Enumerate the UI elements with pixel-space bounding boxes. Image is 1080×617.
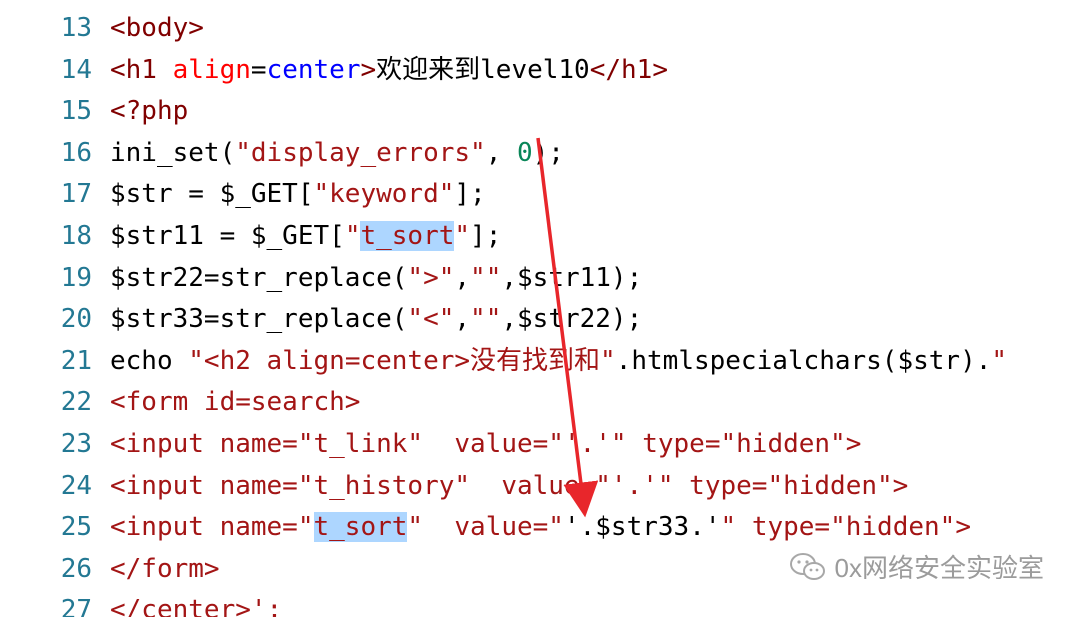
- code-token: " type="hidden">: [720, 512, 971, 543]
- line-number: 26: [60, 553, 92, 584]
- code-editor: 13 <body> 14 <h1 align=center>欢迎来到level10</…: [0, 0, 1080, 617]
- code-token: ": [344, 220, 361, 251]
- code-line: 15 <?php: [0, 91, 1080, 133]
- code-text: <input name="t_link" value="'.'" type="h…: [110, 424, 861, 466]
- code-text: </form>: [110, 549, 220, 591]
- code-line: 21 echo "<h2 align=center>没有找到和".htmlspec…: [0, 341, 1080, 383]
- code-line: 20 $str33=str_replace("<","",$str22);: [0, 299, 1080, 341]
- code-token: <form id=search>: [110, 387, 361, 418]
- code-token: center: [266, 54, 361, 85]
- code-token: >: [360, 54, 377, 85]
- code-token: " value=": [407, 512, 564, 543]
- line-number: 22: [60, 387, 92, 418]
- code-lines: 13 <body> 14 <h1 align=center>欢迎来到level10</…: [0, 8, 1080, 617]
- watermark-text: 0x网络安全实验室: [834, 553, 1044, 583]
- code-token: "<": [407, 304, 455, 335]
- code-text: $str22=str_replace(">","",$str11);: [110, 258, 642, 300]
- code-token: ": [454, 220, 471, 251]
- code-token: <input name="t_history" value="'.'" type…: [110, 470, 909, 501]
- code-token: <input name="t_link" value="'.'" type="h…: [110, 428, 862, 459]
- code-text: <form id=search>: [110, 382, 360, 424]
- code-text: <?php: [110, 91, 188, 133]
- code-token: ,: [454, 262, 471, 293]
- line-number: 23: [60, 428, 92, 459]
- line-number: 24: [60, 470, 92, 501]
- code-token: </center>';: [110, 595, 283, 617]
- line-number: 18: [60, 220, 92, 251]
- code-text: echo "<h2 align=center>没有找到和".htmlspecia…: [110, 341, 1007, 383]
- code-text: ini_set("display_errors", 0);: [110, 133, 564, 175]
- code-token: <?php: [110, 96, 189, 127]
- watermark: 0x网络安全实验室: [789, 548, 1044, 585]
- line-number: 13: [60, 13, 92, 43]
- code-text: </center>';: [110, 590, 282, 617]
- code-token: );: [532, 137, 564, 168]
- line-number: 19: [60, 262, 92, 293]
- code-line: 13 <body>: [0, 8, 1080, 50]
- code-line: 22 <form id=search>: [0, 382, 1080, 424]
- line-number: 20: [60, 304, 92, 335]
- code-token: ">": [407, 262, 455, 293]
- line-number: 25: [60, 512, 92, 543]
- code-token: </h1>: [589, 54, 668, 85]
- code-line: 19 $str22=str_replace(">","",$str11);: [0, 258, 1080, 300]
- code-token: $str11 = $_GET[: [110, 220, 345, 251]
- code-token: ,: [485, 137, 517, 168]
- code-line: 24 <input name="t_history" value="'.'" ty…: [0, 466, 1080, 508]
- code-token: ];: [470, 220, 502, 251]
- code-token: .htmlspecialchars($str).: [615, 345, 992, 376]
- code-token: 0: [517, 137, 533, 168]
- code-token: "": [470, 262, 502, 293]
- code-text: <h1 align=center>欢迎来到level10</h1>: [110, 50, 668, 92]
- code-line: 25 <input name="t_sort" value="'.$str33.'…: [0, 507, 1080, 549]
- code-token: align: [172, 54, 251, 85]
- code-token: t_sort: [360, 220, 455, 251]
- code-token: ,: [454, 304, 471, 335]
- code-token: ,$str11);: [501, 262, 643, 293]
- code-token: ];: [454, 179, 486, 210]
- code-text: $str11 = $_GET["t_sort"];: [110, 216, 501, 258]
- code-token: <h1: [110, 54, 173, 85]
- code-text: <input name="t_history" value="'.'" type…: [110, 466, 908, 508]
- code-line: 17 $str = $_GET["keyword"];: [0, 174, 1080, 216]
- code-line: 14 <h1 align=center>欢迎来到level10</h1>: [0, 50, 1080, 92]
- wechat-icon: [789, 551, 827, 583]
- code-text: <input name="t_sort" value="'.$str33.'" …: [110, 507, 971, 549]
- line-number: 27: [60, 595, 92, 617]
- line-number: 15: [60, 96, 92, 127]
- code-token: "<h2 align=center>没有找到和": [188, 345, 616, 376]
- code-token: ini_set(: [110, 137, 236, 168]
- code-token: "display_errors": [235, 137, 486, 168]
- code-token: $str22=str_replace(: [110, 262, 408, 293]
- code-line: 27 </center>';: [0, 590, 1080, 617]
- code-token: </form>: [110, 553, 220, 584]
- code-text: <body>: [110, 8, 204, 50]
- code-token: $str33=str_replace(: [110, 304, 408, 335]
- line-number: 14: [60, 54, 92, 85]
- code-line: 16 ini_set("display_errors", 0);: [0, 133, 1080, 175]
- code-text: $str = $_GET["keyword"];: [110, 174, 486, 216]
- line-number: 21: [60, 345, 92, 376]
- code-token: $str = $_GET[: [110, 179, 314, 210]
- line-number: 17: [60, 179, 92, 210]
- code-token: echo: [110, 345, 189, 376]
- code-line: 23 <input name="t_link" value="'.'" type=…: [0, 424, 1080, 466]
- code-token: 欢迎来到level10: [376, 54, 590, 85]
- code-token: "keyword": [313, 179, 455, 210]
- code-line: 18 $str11 = $_GET["t_sort"];: [0, 216, 1080, 258]
- code-token: ,$str22);: [501, 304, 643, 335]
- line-number: 16: [60, 137, 92, 168]
- code-token: <input name=": [110, 512, 314, 543]
- code-token: <body>: [110, 13, 204, 43]
- code-token: "": [470, 304, 502, 335]
- code-token: '.$str33.': [563, 512, 721, 543]
- code-token: t_sort: [313, 512, 408, 543]
- code-text: $str33=str_replace("<","",$str22);: [110, 299, 642, 341]
- code-token: =: [250, 54, 267, 85]
- code-token: ": [991, 345, 1008, 376]
